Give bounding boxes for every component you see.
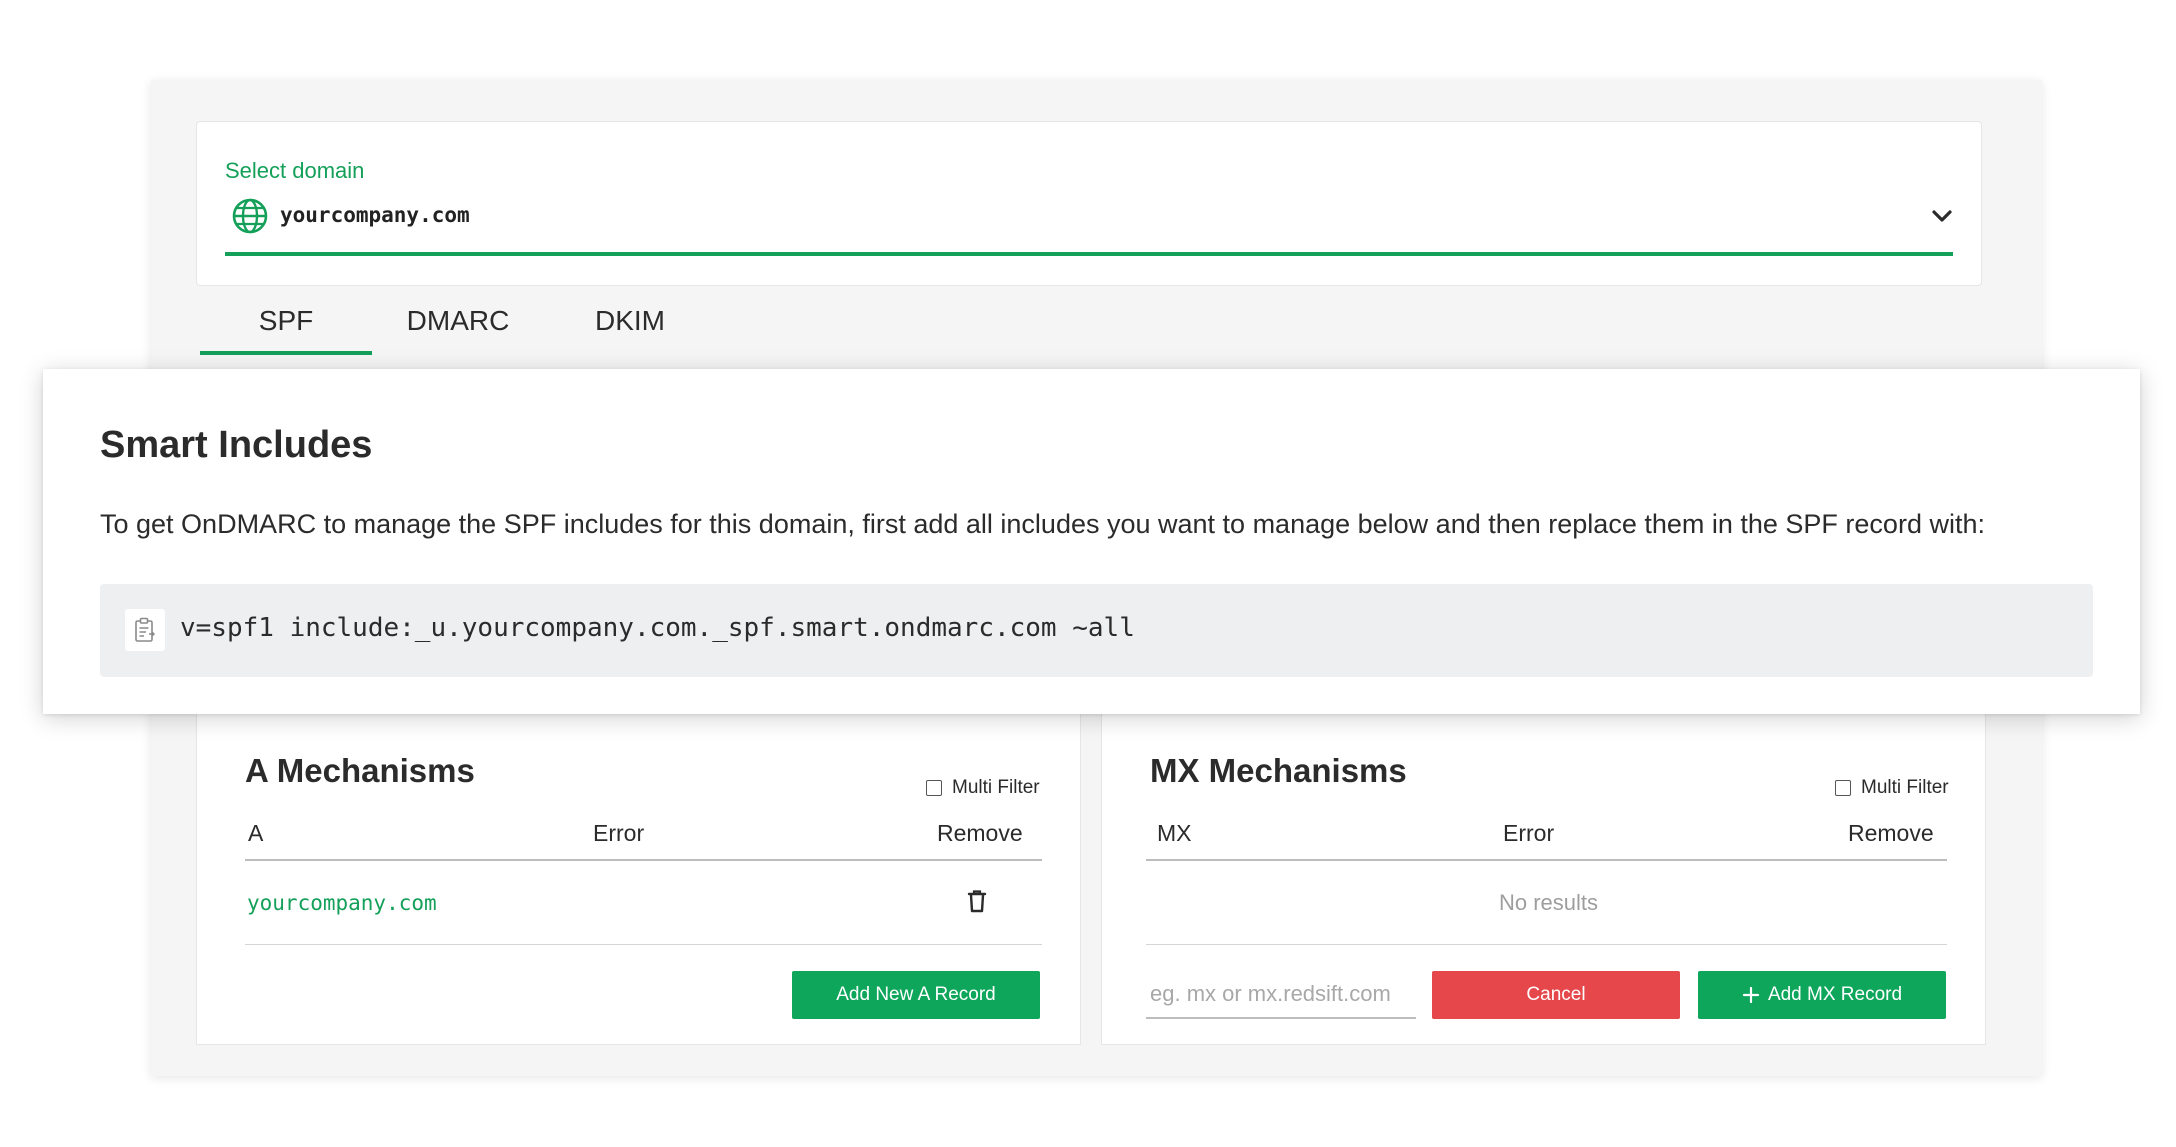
plus-icon (1742, 986, 1760, 1004)
smart-includes-card: Smart Includes To get OnDMARC to manage … (43, 369, 2140, 714)
domain-selector-label: Select domain (225, 158, 365, 183)
column-header-remove: Remove (937, 820, 1023, 846)
cancel-button[interactable]: Cancel (1432, 971, 1680, 1019)
table-row-a-value: yourcompany.com (247, 891, 437, 915)
table-row-divider (1146, 944, 1947, 945)
add-mx-record-button[interactable]: Add MX Record (1698, 971, 1946, 1019)
no-results-text: No results (1498, 890, 1599, 915)
trash-icon[interactable] (967, 889, 987, 913)
table-header-divider (245, 859, 1042, 861)
mx-record-input[interactable] (1146, 971, 1416, 1019)
globe-icon (232, 198, 268, 234)
selected-domain: yourcompany.com (280, 203, 470, 227)
spf-record-text: v=spf1 include:_u.yourcompany.com._spf.s… (180, 613, 1135, 643)
domain-selector-underline (225, 252, 1953, 256)
column-header-remove: Remove (1848, 820, 1934, 846)
a-mechanisms-title: A Mechanisms (245, 752, 475, 789)
spf-record-box: v=spf1 include:_u.yourcompany.com._spf.s… (100, 584, 2093, 677)
column-header-error: Error (593, 820, 645, 846)
smart-includes-description: To get OnDMARC to manage the SPF include… (100, 509, 1985, 539)
tab-dmarc[interactable]: DMARC (372, 305, 544, 355)
column-header-a: A (248, 820, 264, 846)
a-multi-filter[interactable]: Multi Filter (926, 777, 1040, 799)
add-a-record-button[interactable]: Add New A Record (792, 971, 1040, 1019)
multi-filter-label: Multi Filter (952, 777, 1040, 798)
multi-filter-checkbox[interactable] (1835, 780, 1851, 796)
tab-dkim[interactable]: DKIM (544, 305, 716, 355)
chevron-down-icon[interactable] (1931, 208, 1953, 224)
a-mechanisms-panel: A Mechanisms Multi Filter A Error Remove… (196, 714, 1081, 1045)
tab-spf[interactable]: SPF (200, 305, 372, 355)
mx-multi-filter[interactable]: Multi Filter (1835, 777, 1949, 799)
table-row-divider (245, 944, 1042, 945)
mx-mechanisms-panel: MX Mechanisms Multi Filter MX Error Remo… (1101, 714, 1986, 1045)
mx-mechanisms-title: MX Mechanisms (1150, 752, 1407, 789)
domain-selector[interactable]: Select domain yourcompany.com (196, 121, 1982, 286)
smart-includes-title: Smart Includes (100, 424, 373, 466)
column-header-mx: MX (1157, 820, 1192, 846)
column-header-error: Error (1503, 820, 1555, 846)
multi-filter-checkbox[interactable] (926, 780, 942, 796)
copy-button[interactable] (125, 609, 165, 651)
add-mx-record-label: Add MX Record (1767, 984, 1903, 1005)
table-header-divider (1146, 859, 1947, 861)
clipboard-icon (135, 617, 156, 642)
multi-filter-label: Multi Filter (1861, 777, 1949, 798)
